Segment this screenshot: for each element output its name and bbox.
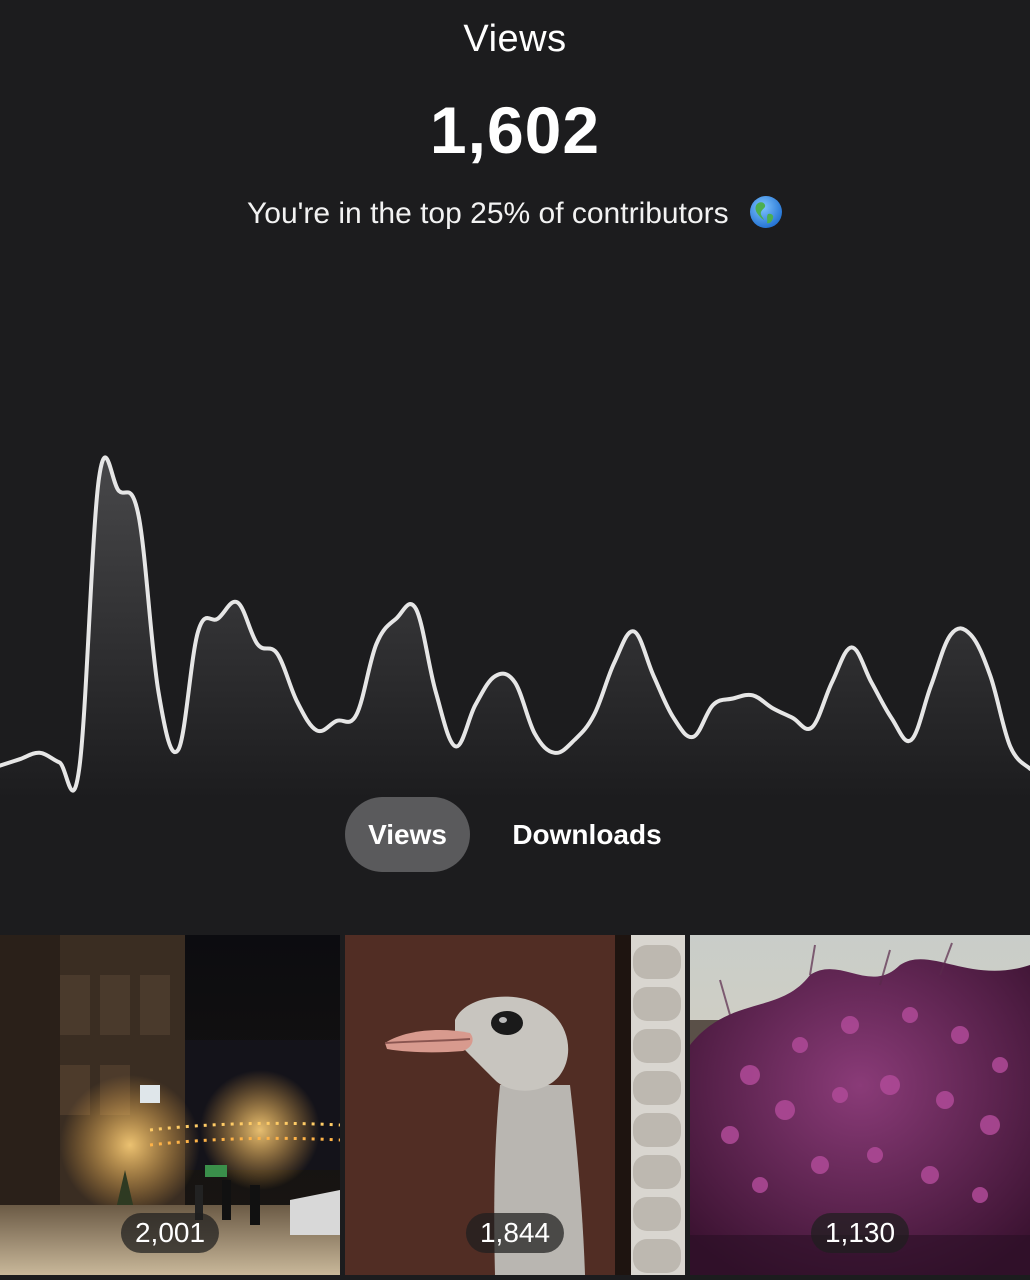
globe-americas-icon bbox=[749, 196, 782, 228]
page-title: Views bbox=[463, 18, 567, 60]
contributor-rank-label: You're in the top 25% of contributors bbox=[247, 197, 729, 230]
views-area-chart bbox=[0, 455, 1030, 800]
photo-view-count: 1,130 bbox=[810, 1213, 910, 1253]
photo-tile-flowering-bush[interactable]: 1,130 bbox=[690, 935, 1030, 1275]
tab-downloads[interactable]: Downloads bbox=[492, 797, 682, 872]
views-stats-screen: Views 1,602 You're in the top 25% of con… bbox=[0, 0, 1030, 1280]
photo-tile-ostrich[interactable]: 1,844 bbox=[345, 935, 685, 1275]
tab-views[interactable]: Views bbox=[345, 797, 470, 872]
photo-grid: 2,001 1,844 1,130 bbox=[0, 935, 1030, 1275]
views-chart bbox=[0, 440, 1030, 800]
photo-tile-night-street[interactable]: 2,001 bbox=[0, 935, 340, 1275]
chart-area-fill bbox=[0, 457, 1030, 800]
metric-tabs: Views Downloads bbox=[0, 797, 1030, 872]
photo-view-count: 1,844 bbox=[465, 1213, 565, 1253]
contributor-rank-text: You're in the top 25% of contributors bbox=[0, 195, 1030, 231]
photo-view-count: 2,001 bbox=[120, 1213, 220, 1253]
total-views-count: 1,602 bbox=[429, 93, 601, 167]
